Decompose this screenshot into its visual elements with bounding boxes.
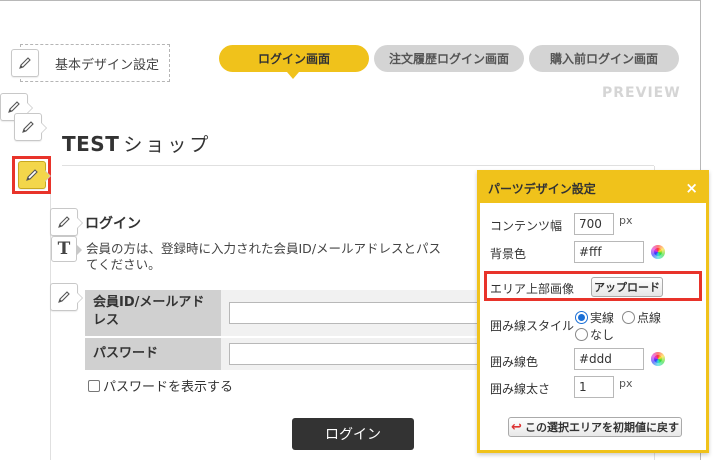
- shop-title-latin: TEST: [62, 132, 120, 156]
- form-row-password: パスワード: [85, 338, 505, 372]
- login-heading: ログイン: [85, 216, 141, 232]
- show-password-label: パスワードを表示する: [103, 380, 234, 395]
- tab-order-history-login[interactable]: 注文履歴ログイン画面: [374, 45, 524, 72]
- border-style-options-row1: 実線 点線: [575, 309, 661, 326]
- login-description: 会員の方は、登録時に入力された会員ID/メールアドレスとパス てください。: [86, 241, 496, 273]
- radio-solid-label: 実線: [590, 311, 615, 325]
- radio-solid[interactable]: 実線: [575, 309, 614, 326]
- preview-label: PREVIEW: [602, 85, 681, 101]
- color-wheel-icon[interactable]: [651, 245, 665, 259]
- panel-title: パーツデザイン設定: [488, 181, 596, 196]
- login-form: 会員ID/メールアドレス パスワード: [85, 290, 505, 372]
- radio-none-label: なし: [590, 328, 615, 342]
- border-width-unit: px: [619, 377, 633, 390]
- shop-title-kana: ショップ: [123, 134, 212, 156]
- show-password-option[interactable]: パスワードを表示する: [88, 376, 233, 395]
- radio-none-dot[interactable]: [575, 328, 588, 341]
- content-width-label: コンテンツ幅: [490, 219, 563, 233]
- area-top-image-label: エリア上部画像: [490, 282, 575, 296]
- content-width-input[interactable]: 700: [574, 213, 614, 235]
- border-style-label: 囲み線スタイル: [490, 319, 575, 333]
- password-field-cell: [221, 338, 505, 370]
- border-color-input[interactable]: #ddd: [574, 348, 644, 370]
- border-width-label: 囲み線太さ: [490, 382, 551, 396]
- pencil-icon: [19, 57, 31, 69]
- member-id-label: 会員ID/メールアドレス: [85, 290, 221, 336]
- upload-button[interactable]: アップロード: [591, 277, 663, 297]
- border-color-label: 囲み線色: [490, 355, 539, 369]
- text-icon: T: [57, 239, 71, 259]
- basic-design-edit-button[interactable]: [11, 49, 39, 77]
- tab-pre-purchase-login[interactable]: 購入前ログイン画面: [529, 45, 679, 72]
- undo-icon: ↩: [511, 419, 522, 435]
- page-root: 基本デザイン設定 ログイン画面 注文履歴ログイン画面 購入前ログイン画面 PRE…: [0, 0, 723, 460]
- password-input[interactable]: [229, 343, 505, 365]
- pencil-icon: [58, 216, 70, 228]
- border-width-input[interactable]: 1: [574, 376, 614, 398]
- login-submit-button[interactable]: ログイン: [292, 418, 414, 450]
- basic-design-setting[interactable]: 基本デザイン設定: [11, 44, 170, 82]
- shop-title: TEST ショップ: [62, 130, 211, 157]
- bg-color-input[interactable]: #fff: [574, 241, 644, 263]
- pencil-icon: [22, 121, 34, 133]
- header-edit-button[interactable]: [14, 113, 47, 141]
- parts-design-panel: パーツデザイン設定 × コンテンツ幅 700 px 背景色 #fff エリア上部…: [477, 170, 709, 453]
- area-edit-button[interactable]: [18, 161, 51, 189]
- member-id-field-cell: [221, 290, 505, 336]
- reset-area-label: この選択エリアを初期値に戻す: [524, 421, 679, 434]
- content-width-unit: px: [619, 214, 633, 227]
- radio-dotted-dot[interactable]: [622, 311, 636, 324]
- border-style-options-row2: なし: [575, 326, 614, 345]
- pencil-icon: [26, 169, 38, 181]
- frame-top-border: [0, 0, 700, 1]
- radio-dotted[interactable]: 点線: [622, 309, 661, 326]
- radio-solid-dot[interactable]: [575, 311, 588, 324]
- member-id-input[interactable]: [229, 302, 505, 324]
- tab-login-screen[interactable]: ログイン画面: [219, 45, 369, 79]
- form-edit-button[interactable]: [50, 283, 83, 311]
- color-wheel-icon[interactable]: [651, 352, 665, 366]
- radio-none[interactable]: なし: [575, 326, 614, 343]
- basic-design-label: 基本デザイン設定: [55, 57, 160, 73]
- bg-color-label: 背景色: [490, 247, 527, 261]
- password-label: パスワード: [85, 338, 221, 370]
- text-edit-button[interactable]: T: [51, 236, 82, 262]
- login-description-line2: てください。: [86, 257, 161, 272]
- close-icon[interactable]: ×: [685, 179, 698, 197]
- form-row-id: 会員ID/メールアドレス: [85, 290, 505, 338]
- login-heading-edit-button[interactable]: [50, 208, 83, 236]
- show-password-checkbox[interactable]: [88, 379, 100, 392]
- pencil-icon: [58, 291, 70, 303]
- reset-area-button[interactable]: ↩ この選択エリアを初期値に戻す: [508, 417, 682, 437]
- panel-header: パーツデザイン設定 ×: [480, 173, 706, 203]
- login-description-line1: 会員の方は、登録時に入力された会員ID/メールアドレスとパス: [86, 241, 442, 256]
- radio-dotted-label: 点線: [637, 311, 662, 325]
